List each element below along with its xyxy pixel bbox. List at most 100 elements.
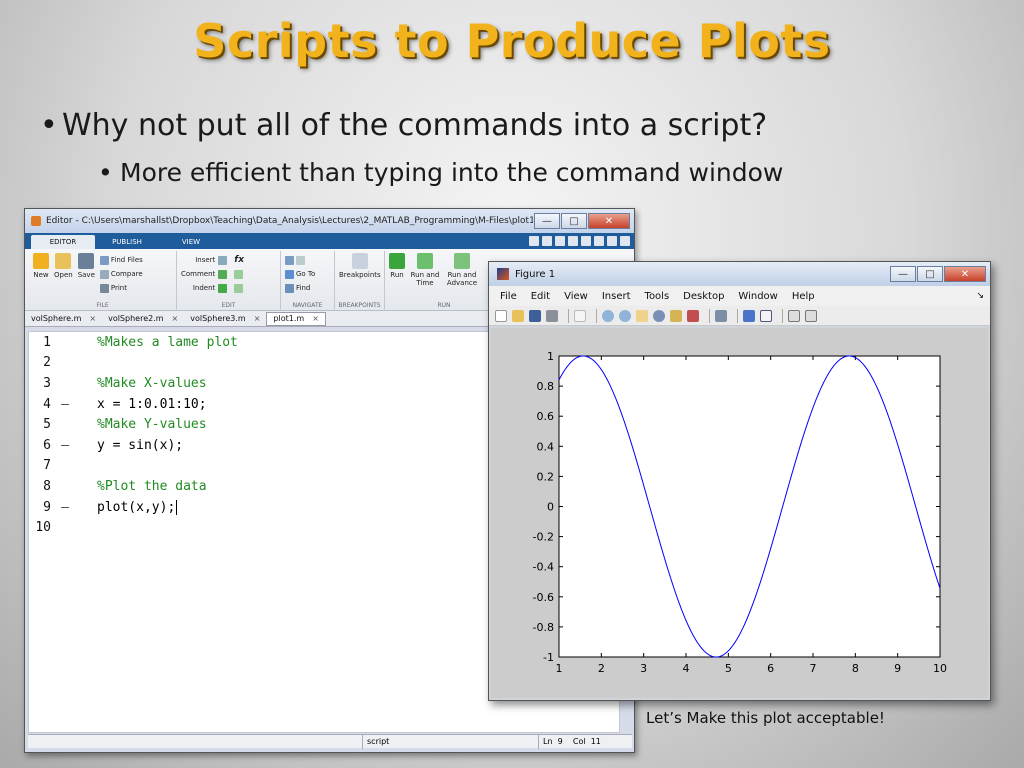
rotate-3d-icon[interactable] bbox=[653, 309, 665, 322]
x-tick-label: 4 bbox=[683, 662, 690, 675]
colorbar-icon[interactable] bbox=[743, 309, 755, 322]
file-tab-volsphere[interactable]: volSphere.m × bbox=[25, 312, 102, 326]
menu-desktop[interactable]: Desktop bbox=[683, 291, 724, 302]
zoom-out-icon[interactable] bbox=[619, 309, 631, 322]
quick-undo-icon[interactable] bbox=[581, 236, 591, 246]
bullet-dot: • bbox=[40, 108, 58, 143]
menu-file[interactable]: File bbox=[500, 291, 517, 302]
save-figure-icon[interactable] bbox=[529, 309, 541, 322]
menu-view[interactable]: View bbox=[564, 291, 588, 302]
y-tick-label: 0.8 bbox=[537, 380, 555, 393]
quick-cut-icon[interactable] bbox=[542, 236, 552, 246]
fx-button[interactable]: fx bbox=[234, 253, 245, 267]
menu-help[interactable]: Help bbox=[792, 291, 815, 302]
menu-insert[interactable]: Insert bbox=[602, 291, 631, 302]
code-text[interactable]: y = sin(x); bbox=[79, 438, 183, 453]
indent-button[interactable]: Indent bbox=[193, 281, 229, 295]
close-tab-icon[interactable]: × bbox=[89, 314, 96, 323]
code-text[interactable]: plot(x,y); bbox=[79, 499, 178, 515]
matlab-figure-icon bbox=[497, 268, 509, 280]
executable-line-marker[interactable]: — bbox=[51, 438, 79, 453]
figure-maximize-button[interactable]: □ bbox=[917, 266, 943, 282]
help-icon[interactable] bbox=[607, 236, 617, 246]
quick-redo-icon[interactable] bbox=[594, 236, 604, 246]
tab-editor[interactable]: EDITOR bbox=[31, 235, 95, 249]
tab-view[interactable]: VIEW bbox=[159, 235, 223, 249]
back-forward-buttons[interactable] bbox=[285, 253, 315, 267]
go-to-button[interactable]: Go To bbox=[285, 267, 315, 281]
figure-minimize-button[interactable]: — bbox=[890, 266, 916, 282]
data-cursor-icon[interactable] bbox=[670, 309, 682, 322]
dock-arrow-icon[interactable]: ↘ bbox=[976, 291, 984, 301]
code-text[interactable]: x = 1:0.01:10; bbox=[79, 397, 207, 412]
new-button[interactable]: New bbox=[33, 253, 49, 308]
compare-button[interactable]: Compare bbox=[99, 267, 143, 281]
navigate-buttons: Go To Find bbox=[285, 253, 315, 308]
edit-plot-arrow-icon[interactable] bbox=[574, 309, 586, 322]
x-tick-label: 6 bbox=[767, 662, 774, 675]
y-tick-label: -0.2 bbox=[533, 531, 554, 544]
file-tab-plot1[interactable]: plot1.m × bbox=[266, 311, 326, 326]
brush-icon[interactable] bbox=[687, 309, 699, 322]
outdent-button[interactable] bbox=[234, 281, 245, 295]
zoom-in-icon[interactable] bbox=[602, 309, 614, 322]
legend-icon[interactable] bbox=[760, 309, 772, 322]
find-button[interactable]: Find bbox=[285, 281, 315, 295]
toolbar-separator bbox=[709, 308, 710, 323]
minimize-button[interactable]: — bbox=[534, 213, 560, 229]
print-figure-icon[interactable] bbox=[546, 309, 558, 322]
find-files-button[interactable]: Find Files bbox=[99, 253, 143, 267]
save-button[interactable]: Save bbox=[78, 253, 95, 308]
insert-label: Insert bbox=[195, 256, 216, 264]
collapse-ribbon-icon[interactable] bbox=[620, 236, 630, 246]
file-tab-volsphere3[interactable]: volSphere3.m × bbox=[184, 312, 266, 326]
line-number: 6 bbox=[43, 437, 51, 453]
indent-icon bbox=[218, 283, 228, 293]
menu-tools[interactable]: Tools bbox=[645, 291, 670, 302]
tab-publish[interactable]: PUBLISH bbox=[95, 235, 159, 249]
quick-copy-icon[interactable] bbox=[555, 236, 565, 246]
close-tab-icon[interactable]: × bbox=[254, 314, 261, 323]
breakpoints-icon bbox=[351, 253, 368, 269]
status-col-label: Col bbox=[572, 737, 586, 746]
close-tab-icon[interactable]: × bbox=[172, 314, 179, 323]
print-button[interactable]: Print bbox=[99, 281, 143, 295]
open-button[interactable]: Open bbox=[54, 253, 73, 308]
run-button[interactable]: Run bbox=[389, 253, 405, 308]
close-button[interactable]: ✕ bbox=[588, 213, 630, 229]
bullet-primary: • Why not put all of the commands into a … bbox=[40, 108, 767, 143]
code-comment[interactable]: %Make Y-values bbox=[79, 417, 207, 432]
close-tab-icon[interactable]: × bbox=[312, 314, 319, 323]
plot-svg[interactable]: 1 2 3 4 5 6 7 8 9 10 -1 -0.8 -0.6 -0.4 -0.2 0 0.2 0.4 0.6 0… bbox=[491, 328, 988, 698]
code-comment[interactable]: %Make X-values bbox=[79, 376, 207, 391]
uncomment-button[interactable] bbox=[234, 267, 245, 281]
pan-hand-icon[interactable] bbox=[636, 309, 648, 322]
maximize-button[interactable]: □ bbox=[561, 213, 587, 229]
executable-line-marker[interactable]: — bbox=[51, 397, 79, 412]
link-plot-icon[interactable] bbox=[715, 309, 727, 322]
menu-window[interactable]: Window bbox=[738, 291, 777, 302]
run-and-time-button[interactable]: Run and Time bbox=[410, 253, 440, 308]
executable-line-marker[interactable]: — bbox=[51, 500, 79, 515]
print-label: Print bbox=[110, 284, 127, 292]
code-comment[interactable]: %Plot the data bbox=[79, 479, 207, 494]
file-tab-volsphere2[interactable]: volSphere2.m × bbox=[102, 312, 184, 326]
navigate-group-label: NAVIGATE bbox=[292, 302, 323, 309]
figure-close-button[interactable]: ✕ bbox=[944, 266, 986, 282]
hide-plot-tools-icon[interactable] bbox=[788, 309, 800, 322]
quick-save-icon[interactable] bbox=[529, 236, 539, 246]
run-and-advance-button[interactable]: Run and Advance bbox=[445, 253, 479, 308]
menu-edit[interactable]: Edit bbox=[531, 291, 550, 302]
new-figure-icon[interactable] bbox=[495, 309, 507, 322]
breakpoints-button[interactable]: Breakpoints bbox=[339, 253, 381, 308]
quick-paste-icon[interactable] bbox=[568, 236, 578, 246]
status-file-type: script bbox=[362, 734, 538, 749]
editor-titlebar[interactable]: Editor - C:\Users\marshallst\Dropbox\Tea… bbox=[25, 209, 634, 233]
show-plot-tools-icon[interactable] bbox=[805, 309, 817, 322]
comment-button[interactable]: Comment bbox=[181, 267, 229, 281]
code-comment[interactable]: %Makes a lame plot bbox=[79, 335, 238, 350]
open-file-icon[interactable] bbox=[512, 309, 524, 322]
figure-titlebar[interactable]: Figure 1 — □ ✕ bbox=[489, 262, 990, 286]
insert-button[interactable]: Insert bbox=[195, 253, 229, 267]
toolbar-separator bbox=[568, 308, 569, 323]
